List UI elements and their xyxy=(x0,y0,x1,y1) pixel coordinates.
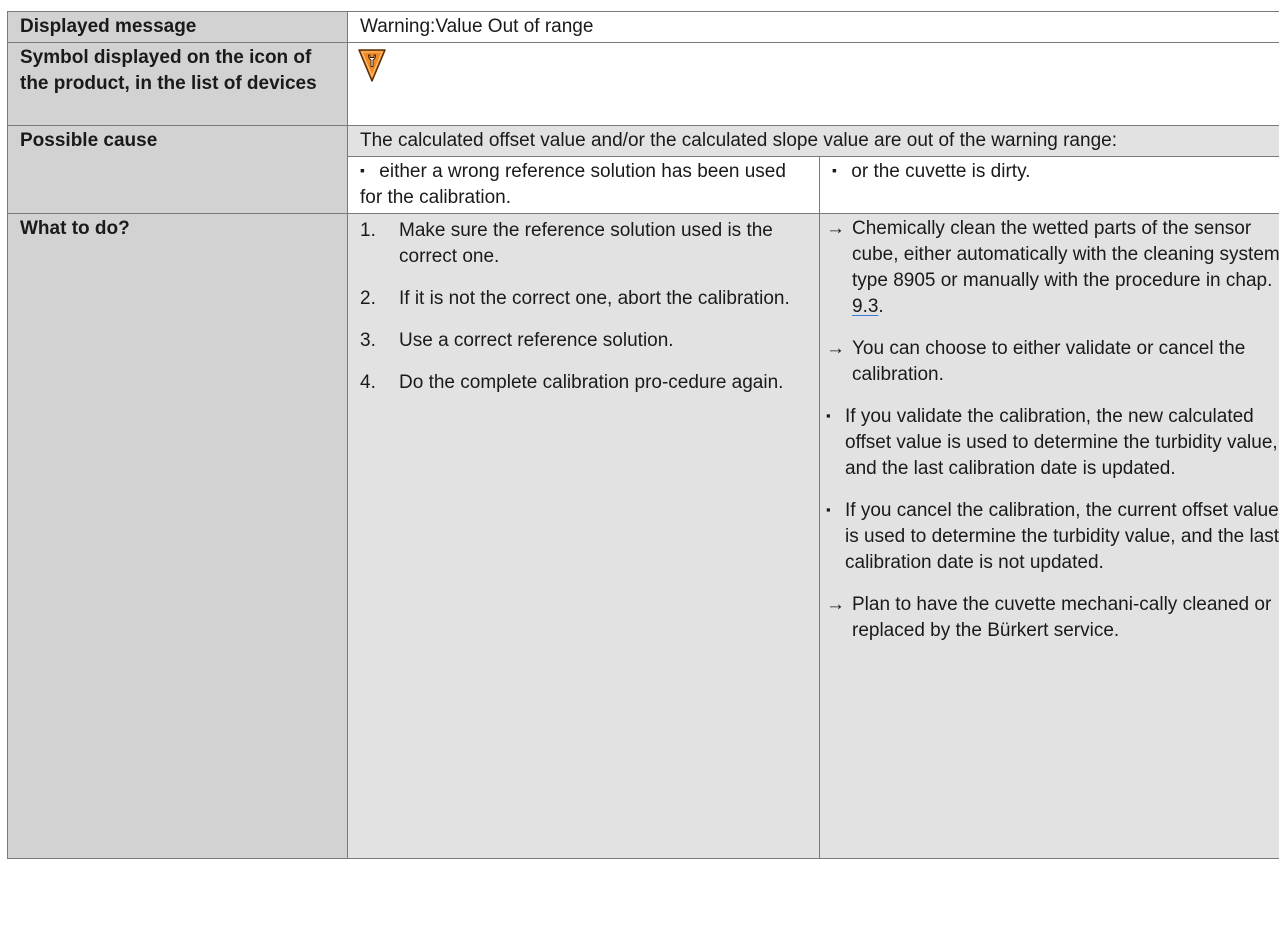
action-text: If you validate the calibration, the new… xyxy=(845,406,1278,479)
step-text: Use a correct reference solution. xyxy=(399,330,674,351)
bullet-icon: ▪ xyxy=(832,162,837,178)
what-to-do-actions: → Chemically clean the wetted parts of t… xyxy=(818,213,1279,859)
action-text: Plan to have the cuvette mechani-cally c… xyxy=(852,594,1272,641)
steps-list: 1. Make sure the reference solution used… xyxy=(360,218,809,396)
symbol-cell xyxy=(346,42,1279,126)
step-item: 3. Use a correct reference solution. xyxy=(360,328,809,354)
action-item: ▪ If you cancel the calibration, the cur… xyxy=(826,498,1279,576)
what-to-do-label: What to do? xyxy=(7,213,348,859)
step-number: 3. xyxy=(360,330,376,351)
cause-right-item: ▪ or the cuvette is dirty. xyxy=(818,156,1279,214)
what-to-do-steps: 1. Make sure the reference solution used… xyxy=(347,213,820,859)
step-text: If it is not the correct one, abort the … xyxy=(399,288,790,309)
cause-right-text: or the cuvette is dirty. xyxy=(851,161,1031,182)
possible-cause-label: Possible cause xyxy=(7,125,348,214)
row-symbol: Symbol displayed on the icon of the prod… xyxy=(7,42,1279,126)
bullet-icon: ▪ xyxy=(826,502,831,517)
step-item: 1. Make sure the reference solution used… xyxy=(360,218,809,270)
row-displayed-message: Displayed message Warning:Value Out of r… xyxy=(7,11,1279,43)
action-text-part: Chemically clean the wetted parts of the… xyxy=(852,218,1279,291)
step-item: 4. Do the complete calibration pro-cedur… xyxy=(360,370,809,396)
action-item: ▪ If you validate the calibration, the n… xyxy=(826,404,1279,482)
arrow-right-icon: → xyxy=(826,338,845,359)
action-item: → You can choose to either validate or c… xyxy=(826,336,1279,388)
arrow-right-icon: → xyxy=(826,218,845,239)
row-what-to-do: What to do? 1. Make sure the reference s… xyxy=(7,213,1279,859)
arrow-right-icon: → xyxy=(826,594,845,615)
wrench-warning-triangle-icon xyxy=(358,49,386,90)
step-text: Do the complete calibration pro-cedure a… xyxy=(399,372,784,393)
document-page: Displayed message Warning:Value Out of r… xyxy=(0,0,1279,947)
displayed-message-label: Displayed message xyxy=(7,11,348,43)
cause-left-item: ▪ either a wrong reference solution has … xyxy=(347,156,820,214)
bullet-icon: ▪ xyxy=(826,408,831,423)
action-item: → Chemically clean the wetted parts of t… xyxy=(826,216,1279,320)
action-text: Chemically clean the wetted parts of the… xyxy=(852,216,1279,320)
action-item: → Plan to have the cuvette mechani-cally… xyxy=(826,592,1279,644)
chapter-link[interactable]: 9.3 xyxy=(852,296,878,317)
step-text: Make sure the reference solution used is… xyxy=(399,220,773,267)
bullet-icon: ▪ xyxy=(360,162,365,178)
displayed-message-value: Warning:Value Out of range xyxy=(346,11,1279,43)
symbol-label: Symbol displayed on the icon of the prod… xyxy=(7,42,348,126)
action-text: You can choose to either validate or can… xyxy=(852,338,1246,385)
step-number: 1. xyxy=(360,220,376,241)
row-possible-cause: Possible cause The calculated offset val… xyxy=(7,125,1279,214)
step-number: 2. xyxy=(360,288,376,309)
status-message-table: Displayed message Warning:Value Out of r… xyxy=(7,11,1279,859)
step-number: 4. xyxy=(360,372,376,393)
step-item: 2. If it is not the correct one, abort t… xyxy=(360,286,809,312)
action-text-part: . xyxy=(878,296,884,317)
possible-cause-text: The calculated offset value and/or the c… xyxy=(346,125,1279,157)
action-text: If you cancel the calibration, the curre… xyxy=(845,500,1279,573)
cause-left-text: either a wrong reference solution has be… xyxy=(360,161,786,208)
